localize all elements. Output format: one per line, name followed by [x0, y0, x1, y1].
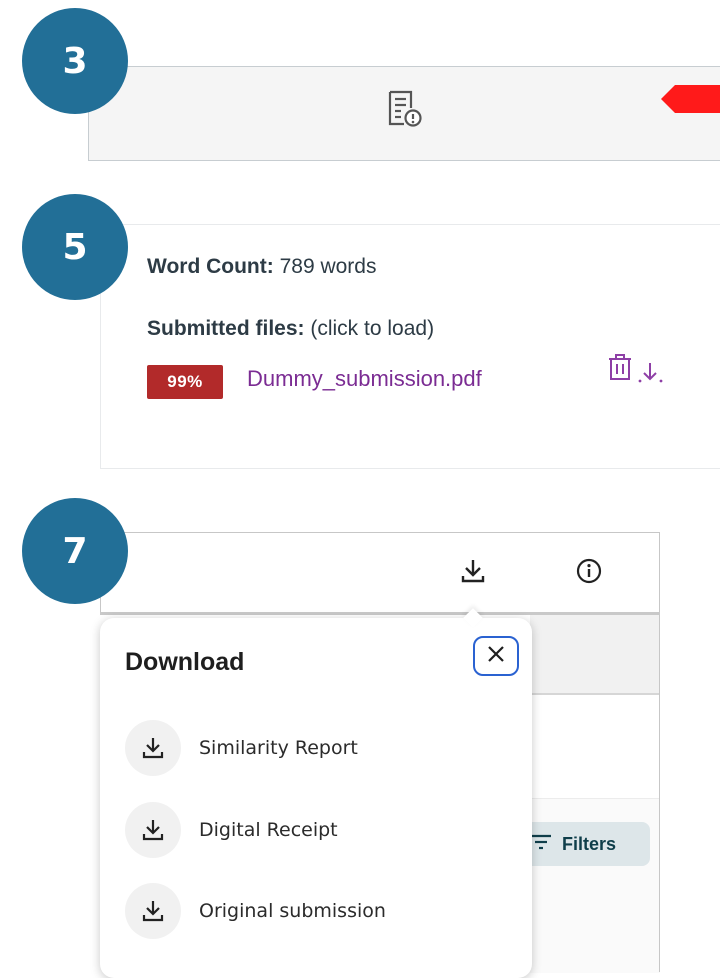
download-item-label: Digital Receipt	[199, 819, 338, 841]
download-item-label: Original submission	[199, 900, 386, 922]
submitted-files-hint: (click to load)	[310, 317, 435, 340]
submission-file-link[interactable]: Dummy_submission.pdf	[247, 366, 482, 392]
download-menu-title: Download	[125, 648, 245, 676]
filter-icon	[530, 834, 552, 855]
step-badge-5: 5	[22, 194, 128, 300]
download-icon	[125, 883, 181, 939]
step-badge-7: 7	[22, 498, 128, 604]
close-icon	[487, 645, 505, 668]
submission-details-card: Word Count: 789 words Submitted files: (…	[100, 224, 720, 469]
trash-icon[interactable]	[608, 353, 632, 386]
flag-icon	[661, 79, 720, 124]
step-badge-3: 3	[22, 8, 128, 114]
download-menu: Download Similarity Report Digital Recei…	[100, 608, 532, 978]
similarity-score-badge[interactable]: 99%	[147, 365, 223, 399]
word-count-value: 789 words	[279, 255, 377, 278]
submitted-files-label: Submitted files:	[147, 317, 305, 340]
download-digital-receipt[interactable]: Digital Receipt	[125, 801, 515, 859]
download-original-submission[interactable]: Original submission	[125, 882, 515, 940]
submitted-files: Submitted files: (click to load)	[147, 317, 434, 341]
download-similarity-report[interactable]: Similarity Report	[125, 719, 515, 777]
viewer-frame-border	[659, 615, 660, 972]
background-panel-header	[530, 615, 660, 695]
word-count: Word Count: 789 words	[147, 255, 376, 279]
filters-label: Filters	[562, 833, 617, 854]
document-alert-icon[interactable]	[387, 90, 423, 133]
info-icon[interactable]	[575, 557, 603, 590]
download-icon[interactable]	[461, 557, 485, 590]
report-toolbar	[88, 66, 720, 161]
download-file-icon[interactable]	[638, 360, 664, 391]
download-icon	[125, 802, 181, 858]
close-button[interactable]	[473, 636, 519, 676]
viewer-toolbar	[100, 532, 660, 614]
word-count-label: Word Count:	[147, 255, 274, 278]
download-item-label: Similarity Report	[199, 737, 358, 759]
download-icon	[125, 720, 181, 776]
